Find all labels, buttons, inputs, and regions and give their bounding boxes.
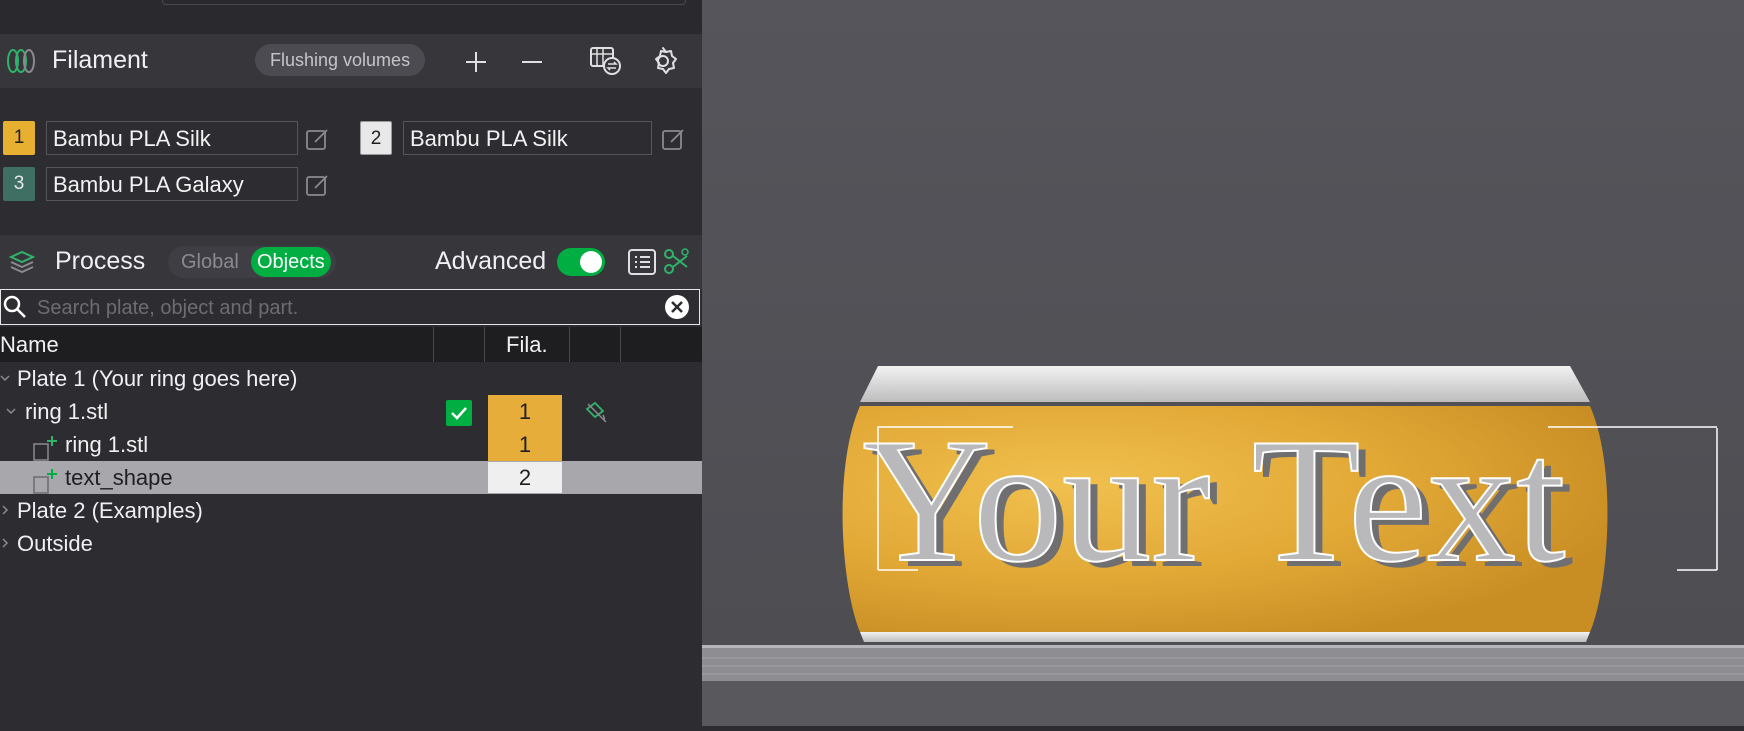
tree-row-label: ring 1.stl — [25, 399, 109, 424]
printable-checkbox[interactable] — [446, 400, 472, 426]
column-divider — [484, 327, 485, 362]
chevron-down-icon[interactable] — [0, 372, 10, 384]
model-text[interactable]: Your Text — [861, 400, 1566, 600]
ring-model-render[interactable]: Your Text Your Text — [702, 0, 1744, 726]
chevron-right-icon[interactable] — [0, 504, 10, 516]
filament-color-badge[interactable]: 2 — [360, 121, 392, 155]
advanced-toggle[interactable] — [557, 248, 605, 276]
chevron-right-icon[interactable] — [0, 537, 10, 549]
layers-icon — [8, 250, 36, 274]
tree-row-label: Plate 2 (Examples) — [17, 498, 203, 523]
tree-row-part-selected[interactable]: text_shape 2 — [0, 461, 702, 494]
tree-row-part[interactable]: ring 1.stl 1 — [0, 428, 702, 461]
object-table-header: Name Fila. — [0, 327, 702, 362]
filament-color-badge[interactable]: 1 — [3, 121, 35, 155]
column-divider — [620, 327, 621, 362]
top-strip — [0, 0, 702, 34]
3d-viewport[interactable]: Your Text Your Text — [702, 0, 1744, 726]
filament-name-field[interactable]: Bambu PLA Silk — [46, 121, 298, 155]
ring-bottom-band — [860, 632, 1590, 642]
top-field[interactable] — [162, 0, 686, 5]
filament-item-3: 3 Bambu PLA Galaxy — [3, 167, 333, 203]
flushing-volumes-button[interactable]: Flushing volumes — [255, 44, 426, 76]
clear-search-icon[interactable] — [663, 293, 691, 321]
viewport-floor — [702, 681, 1744, 726]
tree-row-label: Plate 1 (Your ring goes here) — [17, 366, 298, 391]
column-name-header[interactable]: Name — [0, 327, 59, 362]
filament-cell[interactable]: 1 — [488, 395, 562, 428]
filament-color-badge[interactable]: 3 — [3, 167, 35, 201]
edit-icon[interactable] — [305, 127, 331, 151]
filament-name-field[interactable]: Bambu PLA Galaxy — [46, 167, 298, 201]
filament-list: 1 Bambu PLA Silk 2 Bambu PLA Silk 3 Bamb… — [0, 88, 702, 235]
process-header: Process Global Objects Advanced — [0, 235, 702, 289]
add-part-icon — [33, 436, 57, 461]
build-plate-edge — [702, 645, 1744, 648]
tree-row-label: ring 1.stl — [65, 432, 149, 457]
tree-row-plate-2[interactable]: Plate 2 (Examples) — [0, 494, 702, 527]
filament-sync-icon[interactable] — [588, 44, 622, 76]
tree-row-label: text_shape — [65, 465, 173, 490]
chevron-down-icon[interactable] — [6, 405, 16, 417]
toggle-knob — [580, 251, 602, 273]
add-icon[interactable] — [464, 50, 488, 74]
filament-spool-icon — [7, 49, 35, 73]
objects-tab[interactable]: Objects — [251, 247, 331, 277]
advanced-label: Advanced — [435, 247, 547, 275]
edit-icon[interactable] — [661, 127, 687, 151]
tree-row-plate-1[interactable]: Plate 1 (Your ring goes here) — [0, 362, 702, 395]
remove-icon[interactable] — [520, 50, 544, 74]
global-objects-toggle[interactable]: Global Objects — [168, 246, 336, 278]
tree-row-label: Outside — [17, 531, 93, 556]
column-divider — [569, 327, 570, 362]
filament-title: Filament — [52, 46, 148, 74]
column-filament-header[interactable]: Fila. — [506, 327, 548, 362]
sidebar-panel: Filament Flushing volumes 1 Bambu PLA Si… — [0, 0, 702, 726]
add-part-icon — [33, 469, 57, 494]
search-icon — [3, 295, 26, 318]
tree-row-object[interactable]: ring 1.stl 1 — [0, 395, 702, 428]
filament-cell[interactable]: 2 — [488, 462, 562, 493]
paint-bucket-icon[interactable] — [583, 401, 609, 423]
global-tab[interactable]: Global — [181, 251, 239, 274]
search-bar[interactable]: Search plate, object and part. — [0, 289, 700, 325]
column-divider — [433, 327, 434, 362]
ring-top-band — [860, 366, 1590, 402]
filament-item-2: 2 Bambu PLA Silk — [360, 121, 690, 157]
gear-icon[interactable] — [648, 46, 678, 76]
filament-cell[interactable]: 1 — [488, 428, 562, 461]
edit-icon[interactable] — [305, 173, 331, 197]
compare-settings-icon[interactable] — [662, 247, 690, 277]
filament-header: Filament Flushing volumes — [0, 34, 702, 88]
list-view-icon[interactable] — [627, 247, 657, 277]
filament-name-field[interactable]: Bambu PLA Silk — [403, 121, 652, 155]
process-title: Process — [55, 247, 146, 275]
tree-row-outside[interactable]: Outside — [0, 527, 702, 560]
search-input[interactable]: Search plate, object and part. — [37, 297, 298, 320]
build-plate — [702, 645, 1744, 681]
filament-item-1: 1 Bambu PLA Silk — [3, 121, 333, 157]
